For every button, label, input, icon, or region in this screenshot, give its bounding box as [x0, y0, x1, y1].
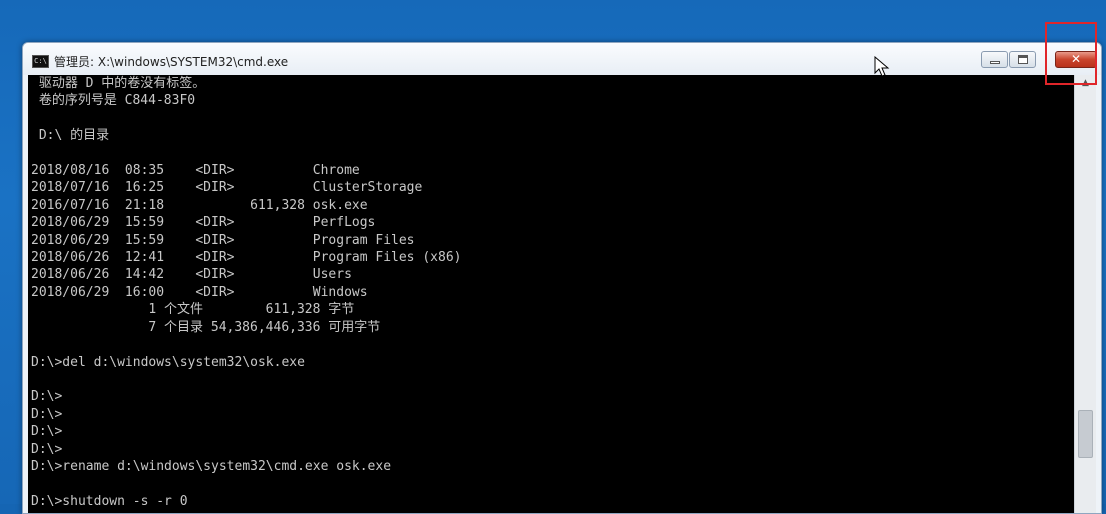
minimize-button[interactable]: [981, 51, 1008, 68]
maximize-icon: [1018, 55, 1028, 64]
cmd-window: C:\ 管理员: X:\windows\SYSTEM32\cmd.exe ✕ 驱…: [22, 42, 1102, 514]
console-line: 2018/07/16 16:25 <DIR> ClusterStorage: [31, 180, 423, 196]
console-line: D:\ 的目录: [31, 128, 110, 144]
console-line: 2018/06/29 15:59 <DIR> Program Files: [31, 232, 415, 248]
console-line: 卷的序列号是 C844-83F0: [31, 93, 196, 109]
mouse-pointer-icon: [874, 56, 890, 77]
console-line: 7 个目录 54,386,446,336 可用字节: [31, 319, 381, 335]
cmd-app-icon[interactable]: C:\: [32, 55, 49, 68]
console-line: 2016/07/16 21:18 611,328 osk.exe: [31, 197, 368, 213]
maximize-button[interactable]: [1009, 51, 1036, 68]
console-line: 2018/06/29 15:59 <DIR> PerfLogs: [31, 215, 376, 231]
vertical-scrollbar[interactable]: ▲: [1074, 75, 1096, 513]
console-line: 驱动器 D 中的卷没有标签。: [31, 76, 206, 91]
console-line: D:\>shutdown -s -r 0: [31, 493, 188, 509]
console-line: D:\>rename d:\windows\system32\cmd.exe o…: [31, 458, 392, 474]
console-line: D:\>: [31, 441, 63, 457]
title-bar[interactable]: C:\ 管理员: X:\windows\SYSTEM32\cmd.exe ✕: [23, 43, 1101, 75]
console-line: 2018/06/26 14:42 <DIR> Users: [31, 267, 352, 283]
console-line: D:\>del d:\windows\system32\osk.exe: [31, 354, 305, 370]
close-button-highlight: [1045, 22, 1097, 85]
console-line: 2018/06/29 16:00 <DIR> Windows: [31, 284, 368, 300]
console-line: D:\>: [31, 406, 63, 422]
console-line: D:\>: [31, 389, 63, 405]
minimize-icon: [990, 61, 1000, 64]
console-line: 2018/06/26 12:41 <DIR> Program Files (x8…: [31, 250, 462, 266]
console-text: 驱动器 D 中的卷没有标签。 卷的序列号是 C844-83F0 D:\ 的目录 …: [31, 75, 461, 510]
scrollbar-thumb[interactable]: [1078, 410, 1093, 458]
console-line: 1 个文件 611,328 字节: [31, 302, 355, 318]
window-title: 管理员: X:\windows\SYSTEM32\cmd.exe: [54, 55, 289, 69]
console-line: 2018/08/16 08:35 <DIR> Chrome: [31, 163, 360, 179]
console-line: D:\>: [31, 424, 63, 440]
console-output[interactable]: 驱动器 D 中的卷没有标签。 卷的序列号是 C844-83F0 D:\ 的目录 …: [28, 75, 1074, 513]
